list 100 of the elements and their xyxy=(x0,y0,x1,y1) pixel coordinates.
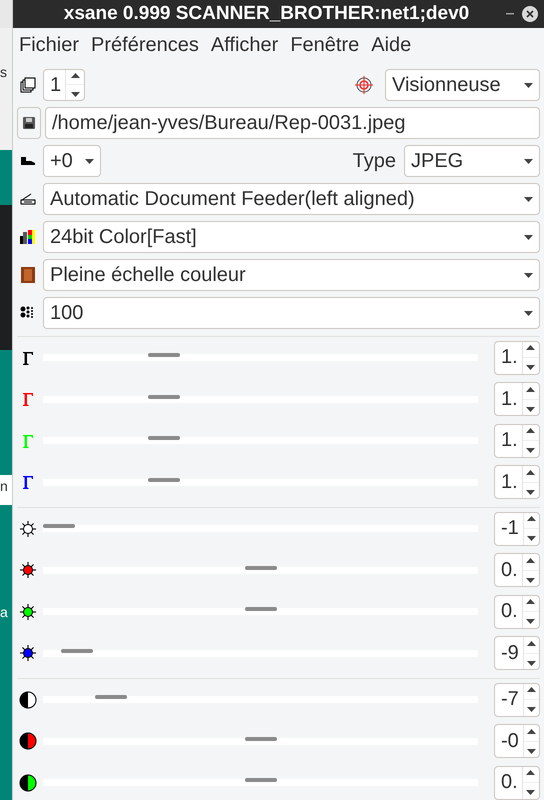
target-icon xyxy=(355,76,373,94)
option-dropdown[interactable]: 24bit Color[Fast] xyxy=(43,221,540,253)
option-dropdown[interactable]: Automatic Document Feeder(left aligned) xyxy=(43,183,540,215)
increment-icon[interactable] xyxy=(526,728,536,734)
save-button[interactable] xyxy=(17,107,41,139)
gamma-icon xyxy=(22,392,34,406)
slider-thumb[interactable] xyxy=(148,478,180,482)
slider-track[interactable] xyxy=(43,650,478,657)
menu-item[interactable]: Préférences xyxy=(87,34,203,56)
scanner-icon xyxy=(20,193,36,205)
decrement-icon[interactable] xyxy=(526,365,536,370)
increment-icon[interactable] xyxy=(526,386,536,392)
value-spinbox[interactable]: 0. xyxy=(494,594,540,629)
slider-thumb[interactable] xyxy=(61,648,94,653)
increment-icon[interactable] xyxy=(526,599,536,604)
menu-item[interactable]: Aide xyxy=(367,34,416,56)
slider-thumb[interactable] xyxy=(244,778,276,782)
increment-icon[interactable] xyxy=(526,516,536,522)
caret-icon xyxy=(524,310,533,316)
value-spinbox[interactable]: 1. xyxy=(494,382,540,416)
caret-icon xyxy=(524,158,533,164)
decrement-icon[interactable] xyxy=(526,660,536,666)
caret-icon xyxy=(524,196,533,202)
decrement-icon[interactable] xyxy=(526,490,536,495)
slider-track[interactable] xyxy=(43,779,478,786)
slider-thumb[interactable] xyxy=(148,353,180,358)
increment-icon[interactable] xyxy=(526,640,536,646)
decrement-icon[interactable] xyxy=(526,578,536,583)
value-spinbox[interactable]: 0. xyxy=(494,553,540,588)
slider-thumb[interactable] xyxy=(244,566,276,570)
slider-thumb[interactable] xyxy=(43,524,75,528)
slider-thumb[interactable] xyxy=(244,736,276,741)
copies-icon xyxy=(20,77,36,93)
dots-icon xyxy=(20,306,36,320)
boot-icon xyxy=(20,156,36,166)
increment-icon[interactable] xyxy=(526,345,536,350)
menu-item[interactable]: Fichier xyxy=(15,34,84,56)
slider-thumb[interactable] xyxy=(95,695,128,700)
decrement-icon[interactable] xyxy=(526,748,536,754)
contrast-icon xyxy=(19,732,37,750)
gamma-icon xyxy=(22,475,34,490)
caret-icon xyxy=(524,234,533,240)
decrement-icon[interactable] xyxy=(526,406,536,412)
value-spinbox[interactable]: -1 xyxy=(494,512,540,546)
increment-icon[interactable] xyxy=(526,428,536,434)
value-spinbox[interactable]: 1. xyxy=(494,465,540,500)
rotation-dropdown[interactable]: +0 xyxy=(43,145,101,177)
value-spinbox[interactable]: 1. xyxy=(494,424,540,458)
decrement-icon[interactable] xyxy=(526,536,536,542)
slider-track[interactable] xyxy=(43,696,478,704)
menu-item[interactable]: Fenêtre xyxy=(286,34,364,56)
slider-track[interactable] xyxy=(43,608,478,616)
type-label: Type xyxy=(352,150,397,172)
decrement-icon[interactable] xyxy=(70,92,80,97)
background-text: n xyxy=(0,478,9,494)
target-dropdown[interactable]: Visionneuse xyxy=(385,69,540,101)
slider-track[interactable] xyxy=(43,478,478,486)
increment-icon[interactable] xyxy=(70,73,80,78)
increment-icon[interactable] xyxy=(526,687,536,692)
slider-track[interactable] xyxy=(43,437,478,444)
value-spinbox[interactable]: -9 xyxy=(494,636,540,670)
increment-icon[interactable] xyxy=(526,770,536,776)
window-title: xsane 0.999 SCANNER_BROTHER:net1;dev0 xyxy=(62,3,470,25)
value-spinbox[interactable]: -7 xyxy=(494,682,540,717)
sun-icon xyxy=(19,561,37,580)
increment-icon[interactable] xyxy=(526,470,536,475)
copies-spinbox[interactable]: 1 xyxy=(43,69,85,101)
slider-track[interactable] xyxy=(43,354,478,362)
gamma-icon xyxy=(22,350,34,365)
filename-field[interactable]: /home/jean-yves/Bureau/Rep-0031.jpeg xyxy=(45,107,540,139)
slider-track[interactable] xyxy=(43,525,478,532)
film-icon xyxy=(21,267,35,283)
background-text: s xyxy=(0,64,8,80)
decrement-icon[interactable] xyxy=(526,790,536,796)
minimize-icon[interactable] xyxy=(506,13,514,15)
caret-icon xyxy=(524,272,533,278)
slider-track[interactable] xyxy=(43,396,478,403)
slider-track[interactable] xyxy=(43,566,478,574)
background-text: a xyxy=(0,604,9,620)
decrement-icon[interactable] xyxy=(526,619,536,624)
value-spinbox[interactable]: -0 xyxy=(494,724,540,758)
slider-track[interactable] xyxy=(43,738,478,745)
option-dropdown[interactable]: Pleine échelle couleur xyxy=(43,259,540,291)
value-spinbox[interactable]: 0. xyxy=(494,766,540,800)
increment-icon[interactable] xyxy=(526,558,536,563)
type-dropdown[interactable]: JPEG xyxy=(404,145,540,177)
menu-item[interactable]: Afficher xyxy=(206,34,282,56)
contrast-icon xyxy=(19,774,37,792)
slider-thumb[interactable] xyxy=(244,607,276,612)
sun-icon xyxy=(19,644,37,662)
caret-icon xyxy=(85,158,94,164)
decrement-icon[interactable] xyxy=(526,448,536,454)
caret-icon xyxy=(524,82,533,88)
close-icon[interactable] xyxy=(522,6,538,22)
slider-thumb[interactable] xyxy=(148,394,180,399)
slider-thumb[interactable] xyxy=(148,436,180,440)
decrement-icon[interactable] xyxy=(526,707,536,712)
value-spinbox[interactable]: 1. xyxy=(494,340,540,375)
gamma-icon xyxy=(22,434,34,448)
option-dropdown[interactable]: 100 xyxy=(43,297,540,329)
